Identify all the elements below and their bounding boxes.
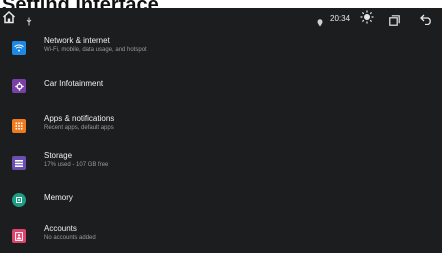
- wifi-icon: [12, 41, 26, 55]
- setting-subtitle: No accounts added: [44, 235, 96, 241]
- status-bar: 20:34: [0, 8, 442, 30]
- storage-icon: [12, 156, 26, 170]
- setting-title: Accounts: [44, 224, 77, 233]
- setting-memory[interactable]: Memory: [0, 182, 442, 218]
- setting-subtitle: Wi-Fi, mobile, data usage, and hotspot: [44, 47, 147, 53]
- setting-title: Network & internet: [44, 36, 110, 45]
- setting-accounts[interactable]: Accounts No accounts added: [0, 218, 442, 253]
- setting-title: Storage: [44, 151, 73, 160]
- account-icon: [12, 229, 26, 243]
- setting-title: Memory: [44, 193, 73, 202]
- setting-storage[interactable]: Storage 17% used - 107 GB free: [0, 145, 442, 181]
- setting-subtitle: 17% used - 107 GB free: [44, 162, 109, 168]
- settings-screen: 20:34 Network & internet Wi-Fi, mobile, …: [0, 8, 442, 253]
- usb-icon: [26, 13, 32, 31]
- setting-apps-notifications[interactable]: Apps & notifications Recent apps, defaul…: [0, 108, 442, 144]
- apps-icon: [12, 119, 26, 133]
- back-icon[interactable]: [420, 12, 433, 30]
- memory-icon: [12, 193, 26, 207]
- page: Setting interface 20:34: [0, 0, 442, 253]
- setting-title: Car Infotainment: [44, 79, 104, 88]
- setting-subtitle: Recent apps, default apps: [44, 125, 114, 131]
- setting-car-infotainment[interactable]: Car Infotainment: [0, 68, 442, 104]
- setting-network[interactable]: Network & internet Wi-Fi, mobile, data u…: [0, 30, 442, 66]
- brightness-icon[interactable]: [360, 10, 374, 29]
- status-time: 20:34: [330, 14, 351, 23]
- setting-title: Apps & notifications: [44, 114, 115, 123]
- gear-icon: [12, 79, 26, 93]
- home-icon[interactable]: [2, 10, 16, 29]
- recent-apps-icon[interactable]: [389, 13, 400, 31]
